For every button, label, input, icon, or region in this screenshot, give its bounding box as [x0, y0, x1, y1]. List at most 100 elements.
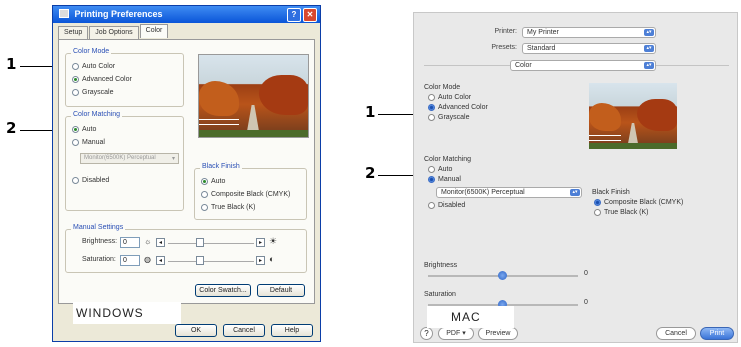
presets-value: Standard — [527, 45, 556, 52]
mac-cancel-button[interactable]: Cancel — [656, 327, 696, 340]
mac-radio-grayscale[interactable]: Grayscale — [428, 114, 470, 121]
saturation-high-icon: ◐ — [269, 254, 275, 264]
color-matching-group: Color Matching Auto Manual Monitor(6500K… — [65, 111, 184, 211]
radio-indicator — [201, 204, 208, 211]
color-matching-dropdown[interactable]: Monitor(6500K) Perceptual ▾ — [80, 153, 179, 164]
saturation-decrease-button[interactable]: ◂ — [156, 256, 165, 265]
close-title-button[interactable]: ✕ — [303, 8, 317, 22]
printer-label: Printer: — [494, 28, 517, 35]
window-title: Printing Preferences — [74, 9, 163, 19]
popup-arrows-icon: ▴▾ — [570, 189, 580, 196]
tab-job-options[interactable]: Job Options — [89, 26, 139, 40]
mac-radio-auto-color[interactable]: Auto Color — [428, 94, 471, 101]
radio-label: True Black (K) — [604, 209, 649, 216]
radio-indicator — [428, 202, 435, 209]
popup-arrows-icon: ▴▾ — [644, 29, 654, 36]
presets-popup[interactable]: Standard ▴▾ — [522, 43, 656, 54]
mac-brightness-value: 0 — [584, 270, 588, 277]
saturation-slider-thumb[interactable] — [196, 256, 204, 265]
tab-setup[interactable]: Setup — [58, 26, 89, 40]
manual-settings-label: Manual Settings — [71, 224, 126, 231]
preview-button[interactable]: Preview — [478, 327, 518, 340]
brightness-low-icon: ☼ — [144, 237, 152, 246]
radio-label: Composite Black (CMYK) — [211, 191, 291, 198]
brightness-decrease-button[interactable]: ◂ — [156, 238, 165, 247]
panel-popup[interactable]: Color ▴▾ — [510, 60, 656, 71]
pdf-menu-button[interactable]: PDF ▾ — [438, 327, 474, 340]
printer-icon — [59, 9, 69, 18]
cancel-button[interactable]: Cancel — [223, 324, 265, 337]
help-button[interactable]: Help — [271, 324, 313, 337]
mac-color-mode-label: Color Mode — [424, 84, 461, 91]
radio-composite-black[interactable]: Composite Black (CMYK) — [201, 191, 290, 198]
radio-matching-manual[interactable]: Manual — [72, 139, 105, 146]
mac-help-button[interactable]: ? — [420, 327, 433, 340]
tab-color[interactable]: Color — [139, 24, 169, 38]
radio-matching-auto[interactable]: Auto — [72, 126, 96, 133]
radio-indicator — [594, 199, 601, 206]
saturation-label: Saturation: — [82, 256, 116, 263]
mac-radio-true-black[interactable]: True Black (K) — [594, 209, 648, 216]
radio-matching-disabled[interactable]: Disabled — [72, 177, 109, 184]
radio-label: Grayscale — [82, 89, 114, 96]
mac-radio-advanced-color[interactable]: Advanced Color — [428, 104, 488, 111]
mac-radio-matching-manual[interactable]: Manual — [428, 176, 461, 183]
mac-radio-matching-disabled[interactable]: Disabled — [428, 202, 465, 209]
radio-indicator — [72, 126, 79, 133]
saturation-slider-track[interactable] — [168, 261, 254, 271]
mac-color-matching-label: Color Matching — [424, 156, 472, 163]
mac-brightness-label: Brightness — [424, 262, 458, 269]
ok-button[interactable]: OK — [175, 324, 217, 337]
preview-image — [198, 54, 309, 138]
radio-label: True Black (K) — [211, 204, 256, 211]
color-tab-panel: Color Mode Auto Color Advanced Color Gra… — [58, 39, 315, 304]
color-swatch-button[interactable]: Color Swatch... — [195, 284, 251, 297]
mac-saturation-label: Saturation — [424, 291, 456, 298]
brightness-slider-track[interactable] — [168, 243, 254, 253]
mac-color-matching-popup[interactable]: Monitor(6500K) Perceptual ▴▾ — [436, 187, 582, 198]
radio-indicator — [201, 191, 208, 198]
mac-radio-matching-auto[interactable]: Auto — [428, 166, 452, 173]
callout-number-2-mac: 2 — [365, 164, 376, 182]
mac-radio-composite-black[interactable]: Composite Black (CMYK) — [594, 199, 683, 206]
popup-arrows-icon: ▴▾ — [644, 45, 654, 52]
mac-brightness-slider[interactable] — [428, 271, 578, 280]
radio-indicator — [594, 209, 601, 216]
radio-black-auto[interactable]: Auto — [201, 178, 225, 185]
dropdown-value: Monitor(6500K) Perceptual — [84, 155, 156, 161]
brightness-slider-knob[interactable] — [498, 271, 507, 280]
help-title-button[interactable]: ? — [287, 8, 301, 22]
brightness-label: Brightness: — [82, 238, 118, 245]
radio-grayscale[interactable]: Grayscale — [72, 89, 114, 96]
radio-advanced-color[interactable]: Advanced Color — [72, 76, 132, 83]
print-button[interactable]: Print — [700, 327, 734, 340]
color-mode-group: Color Mode Auto Color Advanced Color Gra… — [65, 48, 184, 107]
radio-true-black[interactable]: True Black (K) — [201, 204, 255, 211]
brightness-increase-button[interactable]: ▸ — [256, 238, 265, 247]
radio-label: Auto — [82, 126, 97, 133]
saturation-input[interactable]: 0 — [120, 255, 140, 266]
default-button[interactable]: Default — [257, 284, 305, 297]
radio-auto-color[interactable]: Auto Color — [72, 63, 115, 70]
radio-indicator — [72, 89, 79, 96]
black-finish-group: Black Finish Auto Composite Black (CMYK)… — [194, 163, 307, 220]
mac-preview-image — [589, 83, 677, 149]
radio-indicator — [428, 104, 435, 111]
saturation-increase-button[interactable]: ▸ — [256, 256, 265, 265]
radio-label: Manual — [82, 139, 105, 146]
radio-label: Composite Black (CMYK) — [604, 199, 684, 206]
mac-caption: MAC — [427, 306, 514, 328]
radio-label: Auto Color — [438, 94, 472, 101]
brightness-input[interactable]: 0 — [120, 237, 140, 248]
radio-label: Advanced Color — [438, 104, 488, 111]
brightness-slider-thumb[interactable] — [196, 238, 204, 247]
radio-label: Advanced Color — [82, 76, 132, 83]
printer-popup[interactable]: My Printer ▴▾ — [522, 27, 656, 38]
dropdown-value: Monitor(6500K) Perceptual — [441, 189, 525, 196]
mac-saturation-value: 0 — [584, 299, 588, 306]
radio-label: Auto Color — [82, 63, 116, 70]
radio-indicator — [72, 139, 79, 146]
callout-number-1-mac: 1 — [365, 103, 376, 121]
radio-label: Auto — [211, 178, 226, 185]
mac-black-finish-label: Black Finish — [592, 189, 630, 196]
